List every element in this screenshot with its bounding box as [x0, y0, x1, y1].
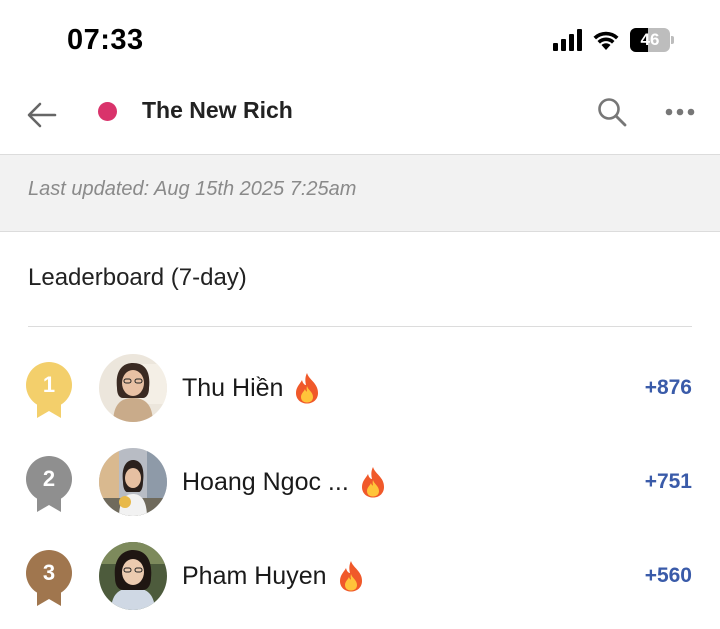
member-name-row: Pham Huyen: [182, 560, 365, 592]
rank-number: 3: [42, 560, 56, 585]
member-name-row: Thu Hiền: [182, 372, 321, 404]
back-button[interactable]: [22, 95, 62, 135]
points-value: +560: [644, 564, 692, 587]
status-icons: 46: [553, 28, 674, 52]
points-value: +751: [644, 470, 692, 493]
leaderboard-row[interactable]: 3 Pham Huyen +560: [0, 532, 720, 622]
more-horizontal-icon: [665, 108, 695, 116]
rank-number: 1: [42, 372, 56, 397]
rank-number: 2: [42, 466, 56, 491]
search-button[interactable]: [592, 92, 632, 132]
avatar[interactable]: [99, 448, 167, 516]
status-bar: 07:33 46: [0, 0, 720, 80]
cellular-signal-icon: [553, 29, 582, 51]
battery-level: 46: [640, 30, 660, 49]
member-name-row: Hoang Ngoc ...: [182, 466, 387, 498]
app-header: The New Rich: [0, 80, 720, 154]
avatar[interactable]: [99, 542, 167, 610]
group-color-dot: [98, 102, 117, 121]
more-options-button[interactable]: [660, 92, 700, 132]
member-name: Hoang Ngoc ...: [182, 467, 349, 496]
divider: [28, 326, 692, 327]
rank-badge-silver-icon: 2: [26, 456, 72, 514]
last-updated-text: Last updated: Aug 15th 2025 7:25am: [28, 178, 357, 200]
last-updated-banner: Last updated: Aug 15th 2025 7:25am: [0, 154, 720, 232]
wifi-icon: [593, 31, 619, 50]
member-name: Pham Huyen: [182, 561, 327, 590]
points-value: +876: [644, 376, 692, 399]
fire-icon: [296, 373, 319, 404]
status-time: 07:33: [67, 24, 144, 56]
leaderboard-title: Leaderboard (7-day): [28, 264, 247, 291]
avatar[interactable]: [99, 354, 167, 422]
fire-icon: [361, 467, 384, 498]
battery-icon: 46: [630, 28, 674, 52]
leaderboard-row[interactable]: 1 Thu Hiền +876: [0, 344, 720, 434]
leaderboard-row[interactable]: 2 Hoang Ngoc ... +751: [0, 438, 720, 528]
page-title: The New Rich: [142, 97, 293, 123]
arrow-left-icon: [27, 102, 57, 128]
member-name: Thu Hiền: [182, 373, 284, 402]
search-icon: [598, 98, 627, 127]
rank-badge-bronze-icon: 3: [26, 550, 72, 608]
rank-badge-gold-icon: 1: [26, 362, 72, 420]
fire-icon: [339, 561, 362, 592]
